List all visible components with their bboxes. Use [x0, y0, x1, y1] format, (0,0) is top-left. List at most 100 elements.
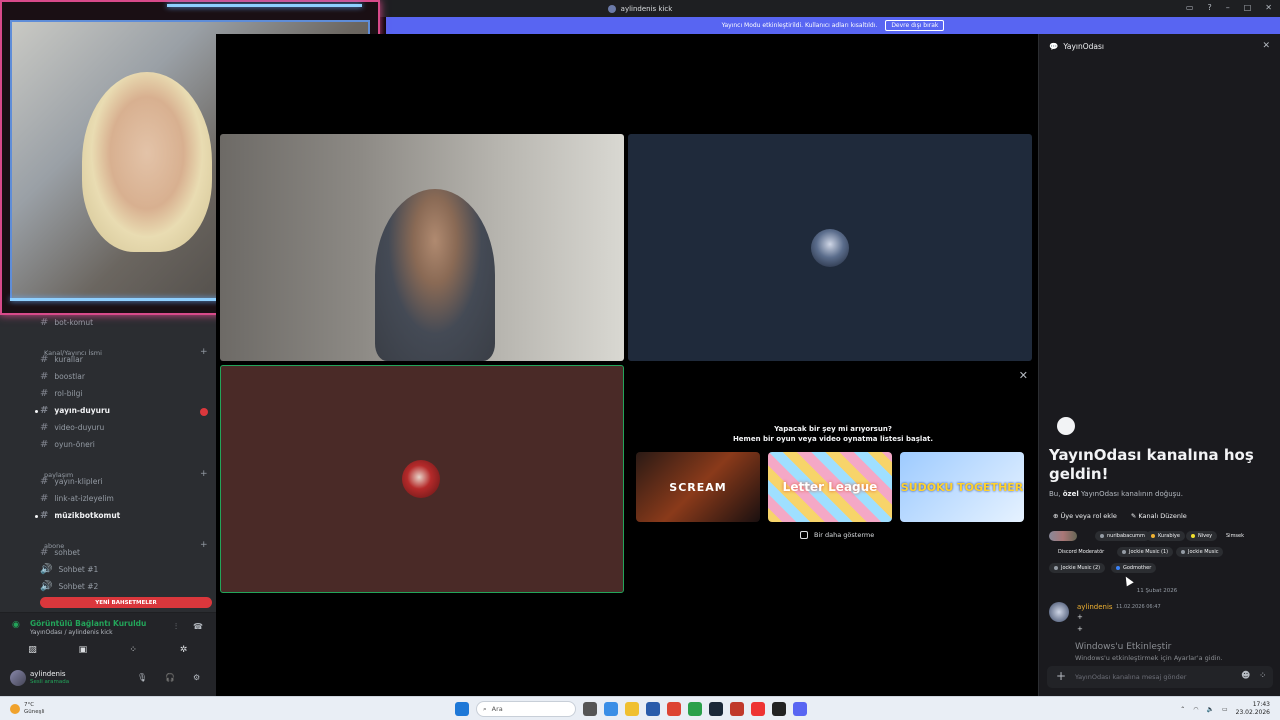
channel-label: oyun-öneri — [54, 440, 95, 449]
channel-item[interactable]: 🔊 Sohbet #1 — [40, 564, 98, 575]
disable-streamer-mode-button[interactable]: Devre dışı bırak — [885, 20, 945, 31]
task-view-icon[interactable] — [583, 702, 597, 716]
game-card-sudoku[interactable]: SUDOKU TOGETHER — [900, 452, 1024, 522]
add-attachment-icon[interactable]: + — [1056, 669, 1066, 683]
role-label: Kurabiye — [1158, 533, 1180, 539]
activities-button[interactable]: ⁘ — [111, 642, 156, 657]
epic-games-icon[interactable] — [772, 702, 786, 716]
help-icon[interactable]: ? — [1207, 3, 1211, 12]
close-activities-icon[interactable]: ✕ — [1019, 369, 1028, 382]
add-roles-button[interactable]: ⊕ Üye veya rol ekle — [1053, 512, 1117, 520]
camera-off-button[interactable]: ▨ — [10, 642, 55, 657]
role-chip[interactable]: Godmother — [1111, 563, 1157, 573]
message-line: + — [1077, 625, 1083, 633]
add-channel-icon[interactable]: + — [200, 540, 208, 550]
role-chip[interactable]: Kurabiye — [1146, 531, 1185, 541]
close-chat-icon[interactable]: ✕ — [1262, 41, 1270, 51]
inbox-icon[interactable]: ▭ — [1186, 3, 1194, 12]
soundboard-button[interactable]: ✲ — [161, 642, 206, 657]
avatar[interactable] — [1049, 602, 1069, 622]
channel-item[interactable]: # bot-komut — [40, 317, 93, 328]
tray-chevron-icon[interactable]: ⌃ — [1180, 706, 1185, 713]
video-tile-participant-2[interactable] — [628, 134, 1032, 361]
add-channel-icon[interactable]: + — [200, 347, 208, 357]
headphones-icon[interactable]: 🎧 — [165, 673, 175, 682]
hash-icon: # — [40, 510, 49, 521]
date-divider: 11 Şubat 2026 — [1136, 588, 1178, 594]
user-status: Sesli aramada — [30, 679, 70, 685]
clock[interactable]: 17:43 23.02.2026 — [1236, 701, 1270, 717]
minimize-button[interactable]: – — [1226, 3, 1230, 12]
volume-icon[interactable]: 🔈 — [1206, 706, 1213, 713]
channel-item[interactable]: 🔊 Sohbet #2 — [40, 581, 98, 592]
username[interactable]: aylindenis — [30, 670, 66, 678]
hash-icon: # — [40, 405, 49, 416]
battery-icon[interactable]: ▭ — [1222, 706, 1228, 713]
wifi-icon[interactable]: ◠ — [1193, 706, 1198, 713]
voice-panel: ◉ Görüntülü Bağlantı Kuruldu YayınOdası … — [0, 612, 216, 662]
discord-icon[interactable] — [793, 702, 807, 716]
channel-item[interactable]: # video-duyuru — [40, 422, 104, 433]
noise-suppression-icon[interactable]: ⫶ — [175, 622, 177, 632]
channel-item[interactable]: # yayın-duyuru — [40, 405, 110, 416]
dont-show-again[interactable]: Bir daha gösterme — [800, 531, 874, 539]
maximize-button[interactable]: □ — [1244, 3, 1252, 12]
message-input[interactable]: + YayınOdası kanalına mesaj gönder ☻ ⁘ — [1047, 666, 1273, 688]
copilot-icon[interactable] — [604, 702, 618, 716]
voice-status[interactable]: Görüntülü Bağlantı Kuruldu — [30, 619, 146, 628]
category-header[interactable]: paylaşım — [44, 471, 73, 479]
taskbar-search[interactable]: ⌕ Ara — [476, 701, 576, 717]
microphone-icon[interactable]: 🎙 — [137, 673, 147, 682]
dont-show-label: Bir daha gösterme — [814, 531, 875, 539]
video-tile-participant-3[interactable] — [220, 365, 624, 593]
role-chip[interactable]: Jockie Music — [1176, 547, 1224, 557]
role-chip[interactable]: Discord Moderatör — [1053, 547, 1109, 557]
member-avatars[interactable] — [1049, 531, 1077, 541]
channel-item[interactable]: # boostlar — [40, 371, 85, 382]
channel-item[interactable]: # oyun-öneri — [40, 439, 95, 450]
channel-item[interactable]: # müzikbotkomut — [40, 510, 120, 521]
role-chip[interactable]: nuribabacumm — [1095, 531, 1150, 541]
message-author[interactable]: aylindenis — [1077, 603, 1113, 611]
role-label: Jockie Music (1) — [1129, 549, 1169, 555]
app-icon[interactable] — [730, 702, 744, 716]
role-chip[interactable]: Jockie Music (2) — [1049, 563, 1106, 573]
video-tile-participant-1[interactable] — [220, 134, 624, 361]
role-chip[interactable]: Jockie Music (1) — [1117, 547, 1174, 557]
category-header[interactable]: Kanal/Yayıncı İsmi — [44, 349, 102, 357]
opera-icon[interactable] — [751, 702, 765, 716]
new-mentions-pill[interactable]: YENİ BAHSETMELER — [40, 597, 212, 608]
chat-welcome-icon — [1057, 417, 1075, 435]
file-explorer-icon[interactable] — [625, 702, 639, 716]
role-chip[interactable]: Simsek — [1221, 531, 1249, 541]
unread-indicator — [35, 410, 38, 413]
steam-icon[interactable] — [709, 702, 723, 716]
screen-share-button[interactable]: ▣ — [60, 642, 105, 657]
disconnect-icon[interactable]: ☎ — [193, 622, 203, 631]
weather-widget[interactable]: 7°C Güneşli — [10, 702, 45, 716]
xbox-icon[interactable] — [688, 702, 702, 716]
chrome-icon[interactable] — [667, 702, 681, 716]
add-channel-icon[interactable]: + — [200, 469, 208, 479]
channel-item[interactable]: # rol-bilgi — [40, 388, 82, 399]
close-button[interactable]: ✕ — [1265, 3, 1272, 12]
store-icon[interactable] — [646, 702, 660, 716]
apps-icon[interactable]: ⁘ — [1259, 671, 1267, 681]
game-card-letter-league[interactable]: Letter League — [768, 452, 892, 522]
dont-show-checkbox[interactable] — [800, 531, 808, 539]
channel-item[interactable]: # link-at-izleyelim — [40, 493, 114, 504]
avatar[interactable] — [10, 670, 26, 686]
settings-gear-icon[interactable]: ⚙ — [193, 673, 200, 682]
hash-icon: # — [40, 439, 49, 450]
message-timestamp: 11.02.2026 06:47 — [1116, 604, 1161, 610]
role-label: Jockie Music — [1188, 549, 1219, 555]
emoji-icon[interactable]: ☻ — [1241, 671, 1250, 681]
edit-channel-button[interactable]: ✎ Kanalı Düzenle — [1131, 512, 1187, 520]
game-card-scream[interactable]: SCREAM — [636, 452, 760, 522]
start-icon[interactable] — [455, 702, 469, 716]
neon-frame-top — [167, 4, 362, 7]
category-header[interactable]: abone — [44, 542, 64, 550]
role-chip[interactable]: Nivey — [1186, 531, 1218, 541]
voice-channel-path[interactable]: YayınOdası / aylindenis kick — [30, 629, 113, 636]
signal-icon[interactable]: ◉ — [12, 620, 20, 630]
